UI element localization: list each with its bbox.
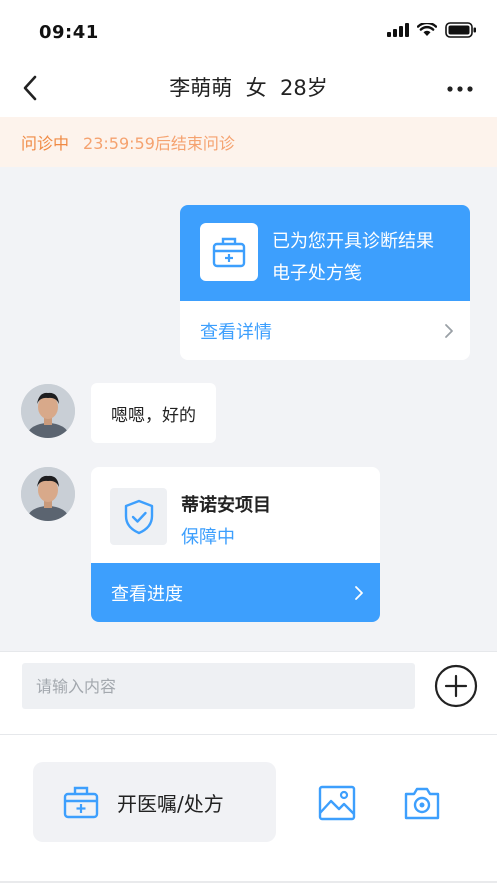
- bottom-toolbar: 开医嘱/处方: [0, 736, 497, 883]
- plus-circle-icon: [434, 664, 478, 708]
- chat-area[interactable]: 已为您开具诊断结果 电子处方笺 查看详情 嗯嗯，好的 蒂诺安项目 保障中 查看进…: [0, 167, 497, 651]
- avatar[interactable]: [21, 384, 75, 438]
- image-icon: [318, 785, 356, 821]
- shield-icon-box: [110, 488, 167, 545]
- chevron-right-icon: [445, 323, 453, 338]
- consultation-status: 问诊中: [21, 134, 70, 153]
- camera-icon: [404, 787, 440, 820]
- medical-kit-icon: [63, 786, 99, 819]
- camera-button[interactable]: [402, 784, 442, 822]
- message-text: 嗯嗯，好的: [111, 405, 196, 426]
- diagnosis-title: 已为您开具诊断结果: [272, 231, 434, 252]
- more-icon: [447, 86, 473, 92]
- image-button[interactable]: [317, 784, 357, 822]
- battery-icon: [445, 22, 476, 38]
- shield-check-icon: [124, 499, 153, 534]
- composer: [0, 651, 497, 735]
- insurance-card[interactable]: 蒂诺安项目 保障中 查看进度: [91, 467, 380, 622]
- prescription-title: 电子处方笺: [272, 263, 362, 284]
- view-details-label: 查看详情: [200, 321, 272, 343]
- more-button[interactable]: [443, 74, 477, 104]
- medical-kit-icon: [212, 237, 246, 268]
- insurance-card-header: 蒂诺安项目 保障中: [91, 467, 380, 563]
- message-input[interactable]: [22, 663, 415, 709]
- view-progress-label: 查看进度: [111, 583, 183, 605]
- message-bubble: 嗯嗯，好的: [91, 383, 216, 443]
- signal-icon: [387, 23, 409, 37]
- chevron-right-icon: [355, 585, 363, 600]
- medical-kit-icon-box: [200, 223, 258, 281]
- avatar[interactable]: [21, 467, 75, 521]
- page-title: 李萌萌 女 28岁: [169, 76, 328, 100]
- add-button[interactable]: [434, 664, 478, 708]
- status-time: 09:41: [39, 22, 99, 43]
- avatar-image: [21, 384, 75, 438]
- status-bar: 09:41: [0, 0, 497, 62]
- view-progress-link[interactable]: 查看进度: [91, 563, 380, 622]
- view-details-link[interactable]: 查看详情: [180, 301, 470, 360]
- prescription-label: 开医嘱/处方: [117, 791, 224, 816]
- nav-bar: 李萌萌 女 28岁: [0, 62, 497, 117]
- diagnosis-card[interactable]: 已为您开具诊断结果 电子处方笺 查看详情: [180, 205, 470, 360]
- insurance-name: 蒂诺安项目: [181, 495, 271, 516]
- avatar-image: [21, 467, 75, 521]
- insurance-status: 保障中: [181, 527, 235, 548]
- status-icons: [387, 22, 477, 38]
- wifi-icon: [417, 23, 437, 36]
- diagnosis-card-header: 已为您开具诊断结果 电子处方笺: [180, 205, 470, 301]
- countdown-text: 23:59:59后结束问诊: [83, 134, 235, 153]
- consultation-notice: 问诊中 23:59:59后结束问诊: [0, 117, 497, 167]
- prescription-button[interactable]: 开医嘱/处方: [33, 762, 276, 842]
